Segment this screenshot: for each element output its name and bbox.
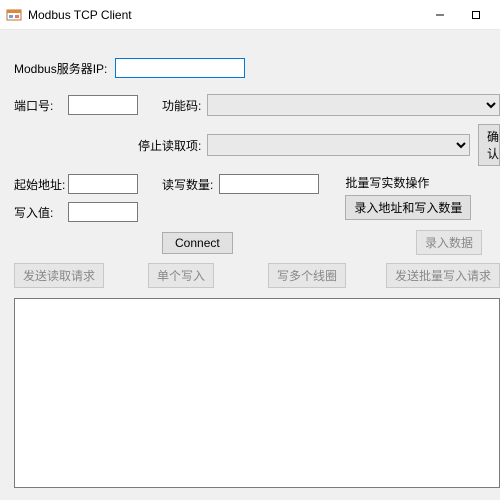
titlebar: Modbus TCP Client xyxy=(0,0,500,30)
record-addr-count-button[interactable]: 录入地址和写入数量 xyxy=(345,195,471,220)
label-port: 端口号: xyxy=(14,97,64,114)
port-input[interactable] xyxy=(68,95,138,115)
func-code-select[interactable] xyxy=(207,94,500,116)
server-ip-input[interactable] xyxy=(115,58,245,78)
label-start-addr: 起始地址: xyxy=(14,176,68,193)
rw-count-input[interactable] xyxy=(219,174,319,194)
label-func-code: 功能码: xyxy=(162,97,201,114)
start-addr-input[interactable] xyxy=(68,174,138,194)
confirm-button[interactable]: 确认 xyxy=(478,124,500,166)
connect-button[interactable]: Connect xyxy=(162,232,233,254)
write-val-input[interactable] xyxy=(68,202,138,222)
output-textarea[interactable] xyxy=(14,298,500,488)
write-coils-button[interactable]: 写多个线圈 xyxy=(268,263,346,288)
minimize-button[interactable] xyxy=(422,1,458,29)
send-batch-write-button[interactable]: 发送批量写入请求 xyxy=(386,263,500,288)
maximize-button[interactable] xyxy=(458,1,494,29)
label-stop-read: 停止读取项: xyxy=(138,137,201,154)
send-read-req-button[interactable]: 发送读取请求 xyxy=(14,263,104,288)
client-area: Modbus服务器IP: 端口号: 功能码: 停止读取项: 确认 起始地址: 写… xyxy=(0,30,500,500)
label-rw-count: 读写数量: xyxy=(162,176,213,193)
label-server-ip: Modbus服务器IP: xyxy=(14,60,107,77)
app-icon xyxy=(6,7,22,23)
label-write-val: 写入值: xyxy=(14,204,68,221)
stop-read-select[interactable] xyxy=(207,134,470,156)
batch-section-title: 批量写实数操作 xyxy=(345,174,429,191)
record-data-button[interactable]: 录入数据 xyxy=(416,230,482,255)
window-controls xyxy=(422,1,494,29)
single-write-button[interactable]: 单个写入 xyxy=(148,263,214,288)
window-title: Modbus TCP Client xyxy=(28,8,422,22)
